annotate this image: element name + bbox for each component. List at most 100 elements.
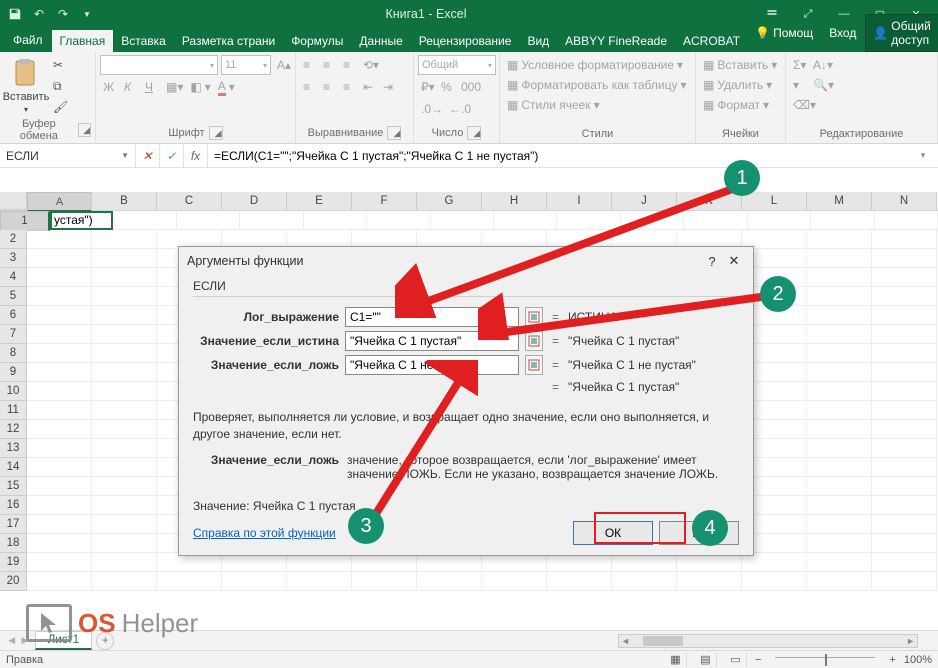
- cell[interactable]: [92, 306, 157, 325]
- cell[interactable]: [807, 515, 872, 534]
- cell[interactable]: [807, 420, 872, 439]
- cell[interactable]: [872, 306, 937, 325]
- row-header[interactable]: 13: [0, 439, 27, 458]
- delete-cells-button[interactable]: ▦Удалить▾: [700, 75, 775, 95]
- cell[interactable]: [27, 572, 92, 591]
- formula-bar[interactable]: =ЕСЛИ(C1="";"Ячейка С 1 пустая";"Ячейка …: [208, 144, 938, 167]
- cell[interactable]: [807, 325, 872, 344]
- cell[interactable]: [872, 458, 937, 477]
- save-icon[interactable]: [4, 3, 26, 25]
- row-header[interactable]: 20: [0, 572, 27, 591]
- col-header[interactable]: G: [417, 192, 482, 210]
- help-button[interactable]: 💡Помощ: [748, 22, 820, 44]
- font-name-select[interactable]: ▾: [100, 55, 218, 75]
- row-header[interactable]: 10: [0, 382, 27, 401]
- col-header[interactable]: C: [157, 192, 222, 210]
- share-button[interactable]: 👤Общий доступ: [865, 14, 938, 52]
- cell[interactable]: [872, 287, 937, 306]
- percent-button[interactable]: %: [438, 77, 458, 97]
- cell[interactable]: [367, 211, 430, 230]
- col-header[interactable]: E: [287, 192, 352, 210]
- comma-button[interactable]: 000: [458, 77, 484, 97]
- row-header[interactable]: 19: [0, 553, 27, 572]
- currency-button[interactable]: ₽▾: [418, 77, 438, 97]
- prev-sheet-icon[interactable]: ◄: [6, 635, 17, 647]
- inc-decimal-button[interactable]: .0→: [418, 99, 446, 119]
- cell[interactable]: [27, 420, 92, 439]
- cell[interactable]: [27, 496, 92, 515]
- cell[interactable]: [92, 439, 157, 458]
- underline-button[interactable]: Ч: [142, 77, 162, 97]
- cell[interactable]: [807, 249, 872, 268]
- tab-insert[interactable]: Вставка: [113, 30, 174, 52]
- col-header[interactable]: J: [612, 192, 677, 210]
- tab-review[interactable]: Рецензирование: [411, 30, 520, 52]
- cell[interactable]: [92, 553, 157, 572]
- cell[interactable]: [92, 230, 157, 249]
- cell[interactable]: [872, 401, 937, 420]
- cell[interactable]: [27, 363, 92, 382]
- collapse-dialog-button[interactable]: [525, 331, 543, 351]
- expand-formula-icon[interactable]: ▾: [914, 150, 932, 161]
- cell[interactable]: [92, 420, 157, 439]
- row-header[interactable]: 11: [0, 401, 27, 420]
- cell[interactable]: [27, 439, 92, 458]
- arg-input-logical[interactable]: [345, 307, 519, 327]
- font-color-button[interactable]: А▾: [215, 77, 238, 97]
- tab-view[interactable]: Вид: [519, 30, 557, 52]
- align-center-button[interactable]: ≡: [320, 77, 340, 97]
- cell[interactable]: [92, 268, 157, 287]
- collapse-dialog-button[interactable]: [525, 307, 543, 327]
- cell[interactable]: [157, 572, 222, 591]
- cell[interactable]: [807, 553, 872, 572]
- cell[interactable]: [807, 534, 872, 553]
- row-header[interactable]: 1: [0, 211, 50, 231]
- number-format-select[interactable]: Общий▾: [418, 55, 496, 75]
- col-header[interactable]: K: [677, 192, 742, 210]
- cell[interactable]: [431, 211, 494, 230]
- cell[interactable]: [177, 211, 240, 230]
- cell[interactable]: [872, 344, 937, 363]
- col-header[interactable]: B: [92, 192, 157, 210]
- cell[interactable]: [92, 325, 157, 344]
- cell[interactable]: [872, 382, 937, 401]
- cell[interactable]: [92, 287, 157, 306]
- row-header[interactable]: 8: [0, 344, 27, 363]
- number-dialog-launcher[interactable]: ◢: [467, 126, 481, 140]
- cell[interactable]: [482, 572, 547, 591]
- cell[interactable]: [113, 211, 176, 230]
- cell[interactable]: [92, 534, 157, 553]
- zoom-slider[interactable]: [775, 657, 875, 663]
- align-mid-button[interactable]: ≡: [320, 55, 340, 75]
- cell[interactable]: [807, 344, 872, 363]
- tab-data[interactable]: Данные: [351, 30, 410, 52]
- dialog-close-button[interactable]: ✕: [723, 250, 745, 272]
- name-box[interactable]: ЕСЛИ▼: [0, 144, 136, 167]
- col-header[interactable]: N: [872, 192, 937, 210]
- align-left-button[interactable]: ≡: [300, 77, 320, 97]
- cell[interactable]: [27, 230, 92, 249]
- indent-dec-button[interactable]: ⇤: [360, 77, 380, 97]
- cell[interactable]: [807, 572, 872, 591]
- cell[interactable]: [872, 553, 937, 572]
- font-dialog-launcher[interactable]: ◢: [209, 126, 223, 140]
- increase-font-button[interactable]: A▴: [274, 55, 294, 75]
- cond-format-button[interactable]: ▦Условное форматирование▾: [504, 55, 686, 75]
- cell[interactable]: [872, 572, 937, 591]
- undo-icon[interactable]: ↶: [28, 3, 50, 25]
- cell[interactable]: [811, 211, 874, 230]
- cell[interactable]: [27, 325, 92, 344]
- cell[interactable]: [807, 268, 872, 287]
- tab-formulas[interactable]: Формулы: [283, 30, 351, 52]
- qat-dropdown-icon[interactable]: ▼: [76, 3, 98, 25]
- row-header[interactable]: 18: [0, 534, 27, 553]
- col-header[interactable]: H: [482, 192, 547, 210]
- signin-button[interactable]: Вход: [822, 22, 863, 44]
- cell[interactable]: [27, 534, 92, 553]
- cell[interactable]: [807, 458, 872, 477]
- cell[interactable]: [872, 268, 937, 287]
- tab-file[interactable]: Файл: [4, 28, 52, 52]
- cell[interactable]: [92, 344, 157, 363]
- cell[interactable]: [872, 325, 937, 344]
- dec-decimal-button[interactable]: ←.0: [446, 99, 474, 119]
